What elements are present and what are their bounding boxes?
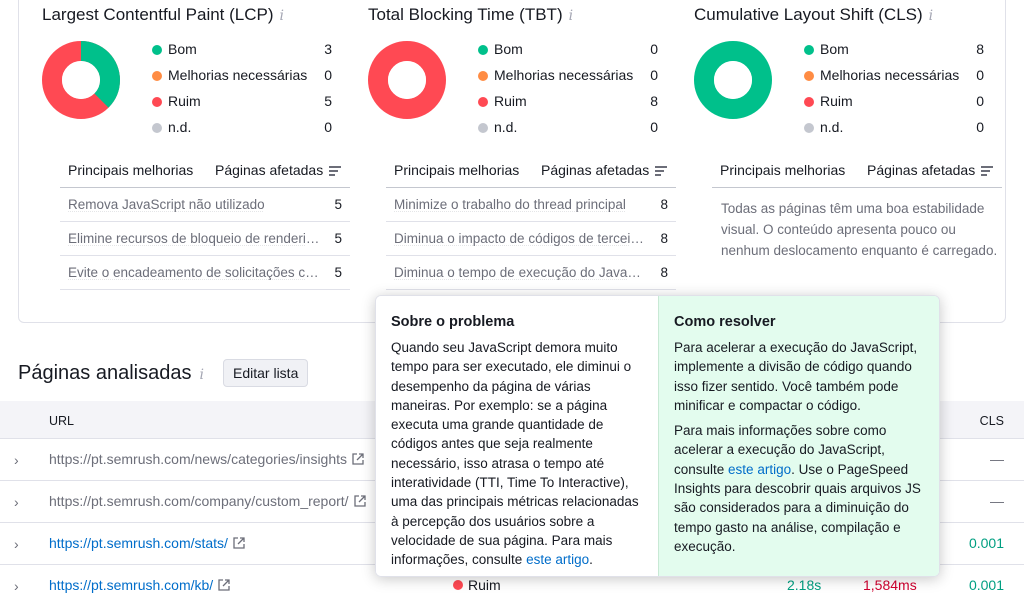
table-header: Principais melhorias Páginas afetadas	[712, 156, 1002, 188]
improvements-table: Principais melhorias Páginas afetadas Rem…	[60, 156, 350, 290]
about-problem-title: Sobre o problema	[391, 314, 515, 330]
external-link-icon	[352, 453, 364, 465]
edit-list-button[interactable]: Editar lista	[223, 359, 309, 387]
table-row[interactable]: Evite o encadeamento de solicitações crí…	[60, 256, 350, 290]
sort-icon	[655, 166, 668, 177]
external-link-icon	[218, 579, 230, 591]
legend-row-good: Bom 3	[152, 41, 332, 67]
page-url[interactable]: https://pt.semrush.com/kb/	[49, 577, 230, 593]
lcp-donut-chart	[42, 41, 120, 119]
article-link[interactable]: este artigo	[728, 462, 791, 477]
lcp-value: 2.18s	[787, 577, 822, 593]
how-to-fix-text: Para acelerar a execução do JavaScript, …	[674, 340, 918, 413]
how-to-fix-title: Como resolver	[674, 314, 776, 330]
legend-row-good: Bom 8	[804, 41, 984, 67]
chevron-right-icon[interactable]: ›	[14, 494, 24, 510]
page-title: Páginas analisadas i	[18, 362, 204, 384]
sort-by-pages-button[interactable]: Páginas afetadas	[215, 162, 342, 178]
table-row[interactable]: Diminua o tempo de execução do JavaScrip…	[386, 256, 676, 290]
improvements-table: Principais melhorias Páginas afetadas Min…	[386, 156, 676, 290]
legend-row-needs-improvement: Melhorias necessárias 0	[478, 67, 658, 93]
table-row[interactable]: Diminua o impacto de códigos de terceiro…	[386, 222, 676, 256]
cls-donut-chart	[694, 41, 772, 119]
metric-title: Total Blocking Time (TBT) i	[368, 5, 574, 24]
info-icon[interactable]: i	[569, 8, 573, 24]
external-link-icon	[353, 495, 366, 507]
chevron-right-icon[interactable]: ›	[14, 452, 24, 468]
sort-icon	[981, 166, 994, 177]
tbt-donut-chart	[368, 41, 446, 119]
about-problem-panel: Sobre o problema Quando seu JavaScript d…	[376, 296, 658, 576]
page-url[interactable]: https://pt.semrush.com/news/categories/i…	[49, 451, 364, 467]
sort-by-pages-button[interactable]: Páginas afetadas	[867, 162, 994, 178]
status-badge: Ruim	[453, 577, 501, 593]
table-header: Principais melhorias Páginas afetadas	[386, 156, 676, 188]
how-to-fix-panel: Como resolver Para acelerar a execução d…	[658, 296, 939, 576]
metric-title: Largest Contentful Paint (LCP) i	[42, 5, 284, 24]
tbt-value: 1,584ms	[863, 577, 917, 593]
legend-row-needs-improvement: Melhorias necessárias 0	[152, 67, 332, 93]
table-row[interactable]: Minimize o trabalho do thread principal 8	[386, 188, 676, 222]
legend-row-poor: Ruim 8	[478, 93, 658, 119]
metric-title: Cumulative Layout Shift (CLS) i	[694, 5, 934, 24]
core-web-vitals-card: Largest Contentful Paint (LCP) i Bom 3 Mel…	[18, 0, 1006, 323]
improvements-table: Principais melhorias Páginas afetadas	[712, 156, 1002, 188]
chevron-right-icon[interactable]: ›	[14, 578, 24, 594]
table-header: Principais melhorias Páginas afetadas	[60, 156, 350, 188]
cls-stability-note: Todas as páginas têm uma boa estabilidad…	[721, 201, 998, 258]
legend: Bom 8 Melhorias necessárias 0 Ruim 0 n.d. 0	[804, 41, 984, 145]
legend: Bom 0 Melhorias necessárias 0 Ruim 8 n.d. 0	[478, 41, 658, 145]
how-to-fix-more: Para mais informações sobre como acelera…	[674, 423, 921, 554]
legend-row-na: n.d. 0	[804, 119, 984, 145]
legend-row-poor: Ruim 0	[804, 93, 984, 119]
external-link-icon	[233, 537, 245, 549]
table-row[interactable]: Elimine recursos de bloqueio de renderiz…	[60, 222, 350, 256]
article-link[interactable]: este artigo	[526, 552, 589, 567]
table-row[interactable]: Remova JavaScript não utilizado 5	[60, 188, 350, 222]
about-problem-text: Quando seu JavaScript demora muito tempo…	[391, 340, 639, 568]
legend-row-poor: Ruim 5	[152, 93, 332, 119]
page-url[interactable]: https://pt.semrush.com/stats/	[49, 535, 245, 551]
legend-row-needs-improvement: Melhorias necessárias 0	[804, 67, 984, 93]
legend-row-good: Bom 0	[478, 41, 658, 67]
legend-row-na: n.d. 0	[152, 119, 332, 145]
issue-tooltip: Sobre o problema Quando seu JavaScript d…	[375, 295, 940, 577]
info-icon[interactable]: i	[199, 367, 203, 383]
info-icon[interactable]: i	[280, 8, 284, 24]
page-url[interactable]: https://pt.semrush.com/company/custom_re…	[49, 493, 366, 509]
sort-icon	[329, 166, 342, 177]
chevron-right-icon[interactable]: ›	[14, 536, 24, 552]
legend: Bom 3 Melhorias necessárias 0 Ruim 5 n.d. 0	[152, 41, 332, 145]
legend-row-na: n.d. 0	[478, 119, 658, 145]
sort-by-pages-button[interactable]: Páginas afetadas	[541, 162, 668, 178]
info-icon[interactable]: i	[929, 8, 933, 24]
